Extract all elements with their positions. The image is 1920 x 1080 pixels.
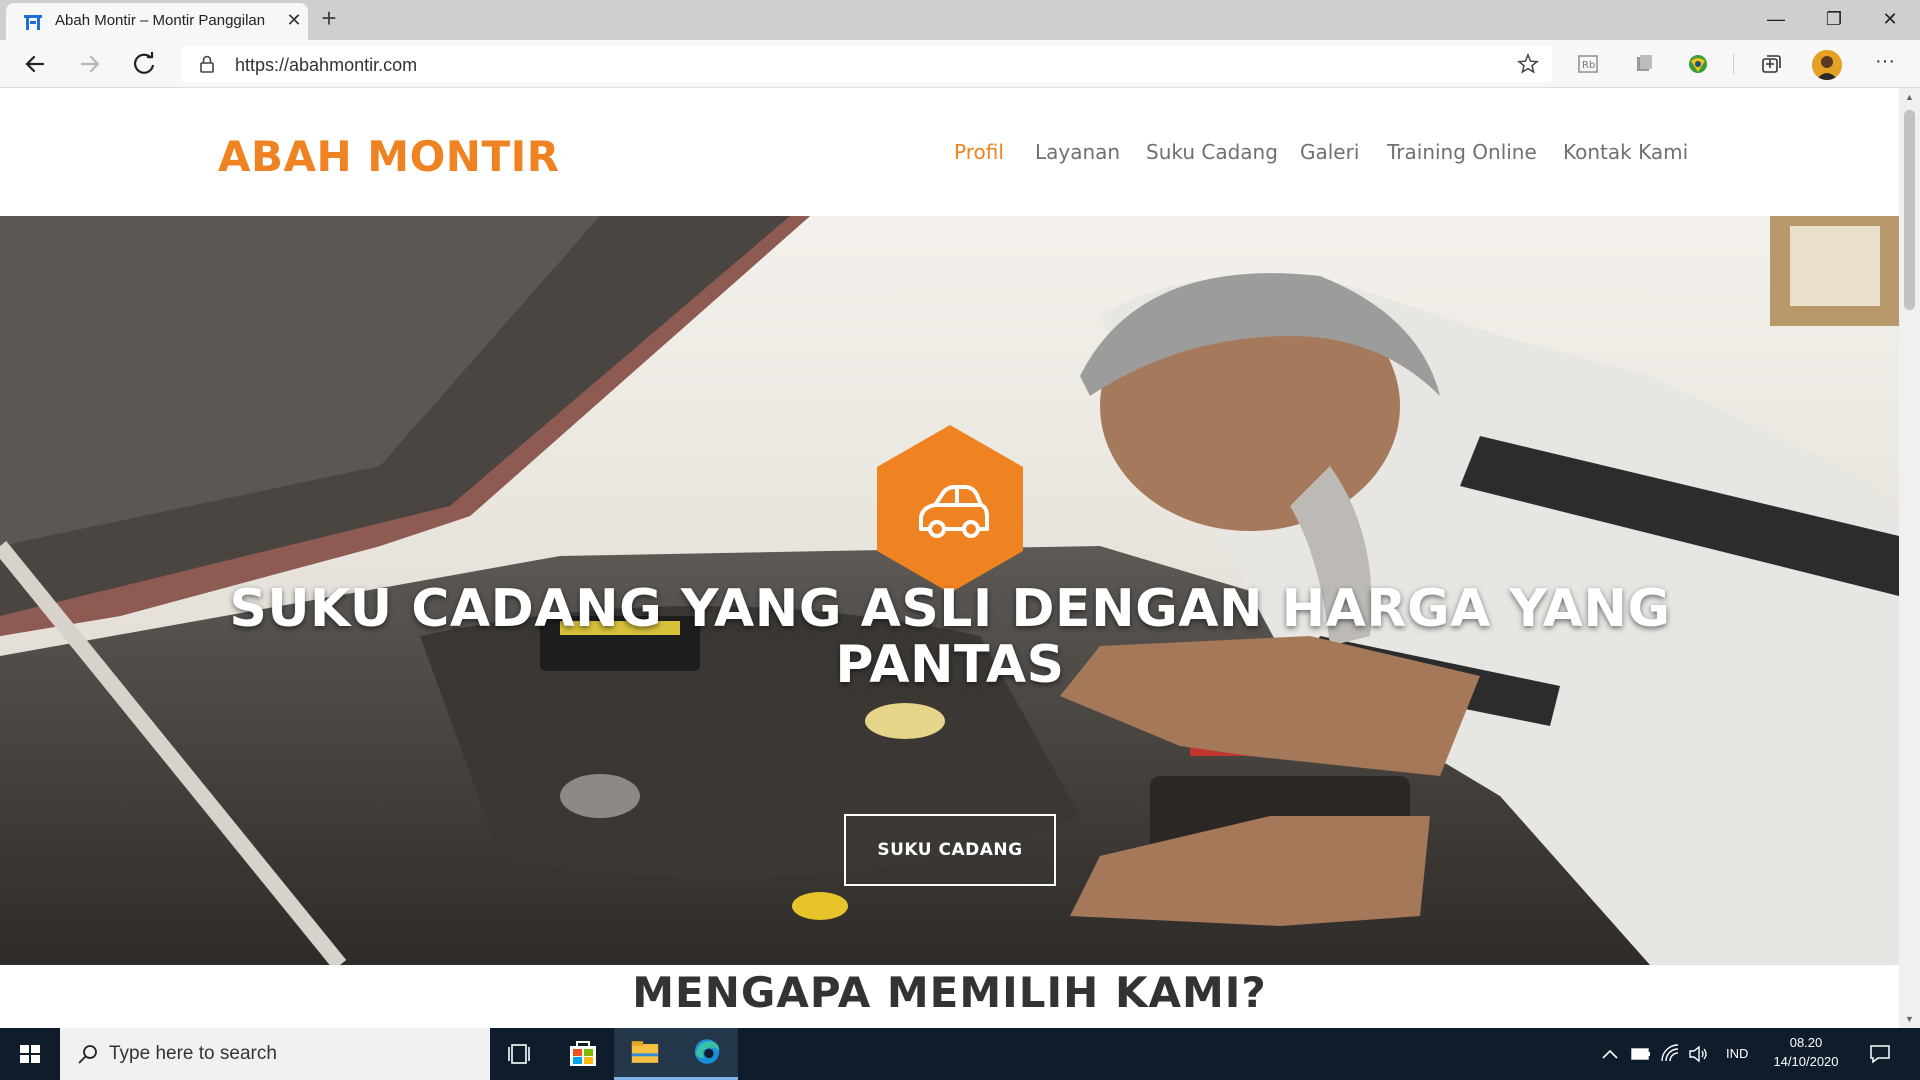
input-language-indicator[interactable]: IND [1726, 1046, 1748, 1061]
hero-heading-line-1: SUKU CADANG YANG ASLI DENGAN HARGA YANG [229, 579, 1671, 639]
suku-cadang-button[interactable]: SUKU CADANG [844, 814, 1056, 886]
nav-link-galeri[interactable]: Galeri [1300, 140, 1359, 164]
favorite-star-icon[interactable] [1516, 52, 1540, 76]
show-hidden-icons-chevron-icon[interactable] [1600, 1046, 1620, 1062]
url-text: https://abahmontir.com [235, 55, 418, 75]
browser-tab[interactable]: Abah Montir – Montir Panggilan ✕ [6, 3, 308, 40]
nav-link-kontak-kami[interactable]: Kontak Kami [1563, 140, 1688, 164]
collections-icon[interactable] [1759, 52, 1783, 76]
toolbar-divider [1733, 54, 1734, 74]
user-avatar-icon [1812, 50, 1842, 80]
scrollbar-thumb[interactable] [1904, 110, 1915, 310]
read-aloud-icon[interactable]: Rb [1576, 52, 1600, 76]
hexagon-badge [877, 425, 1023, 593]
taskbar-search-box[interactable]: Type here to search [60, 1028, 490, 1080]
settings-more-button[interactable]: ··· [1870, 48, 1900, 78]
extension-icon[interactable] [1632, 52, 1656, 76]
windows-start-icon[interactable] [0, 1028, 60, 1080]
system-clock[interactable]: 08.20 14/10/2020 [1765, 1034, 1847, 1072]
site-header: ABAH MONTIR Profil Layanan Suku Cadang G… [0, 88, 1899, 216]
forward-arrow-icon[interactable] [72, 48, 108, 80]
profile-avatar[interactable] [1812, 50, 1842, 80]
minimize-button[interactable]: — [1748, 0, 1804, 40]
back-arrow-icon[interactable] [17, 48, 53, 80]
nav-link-training-online[interactable]: Training Online [1387, 140, 1537, 164]
close-window-button[interactable]: ✕ [1862, 0, 1918, 40]
search-placeholder: Type here to search [109, 1043, 277, 1064]
windows-taskbar: Type here to search IND 08.20 14/10/2020 [0, 1028, 1920, 1080]
site-favicon-icon [24, 15, 42, 30]
site-logo[interactable]: ABAH MONTIR [218, 132, 560, 181]
page-scrollbar[interactable]: ▲ ▼ [1899, 88, 1920, 1028]
notification-center-icon[interactable] [1868, 1043, 1892, 1065]
wifi-icon[interactable] [1660, 1044, 1682, 1064]
battery-icon[interactable] [1630, 1046, 1652, 1062]
section-heading: MENGAPA MEMILIH KAMI? [632, 968, 1267, 1017]
tab-close-icon[interactable]: ✕ [283, 9, 305, 31]
scroll-down-arrow-icon[interactable]: ▼ [1903, 1014, 1916, 1024]
browser-extension-globe-icon[interactable] [1686, 52, 1710, 76]
search-icon [78, 1045, 97, 1064]
refresh-icon[interactable] [127, 48, 163, 80]
svg-text:Rb: Rb [1582, 60, 1595, 71]
browser-toolbar: https://abahmontir.com Rb [0, 40, 1920, 88]
page-viewport: ABAH MONTIR Profil Layanan Suku Cadang G… [0, 88, 1899, 1028]
hero-heading: SUKU CADANG YANG ASLI DENGAN HARGA YANG … [220, 581, 1680, 693]
scroll-up-arrow-icon[interactable]: ▲ [1903, 92, 1916, 102]
clock-date: 14/10/2020 [1773, 1054, 1839, 1069]
new-tab-button[interactable]: + [315, 5, 343, 33]
hero-heading-line-2: PANTAS [835, 635, 1065, 695]
nav-link-profil[interactable]: Profil [954, 140, 1004, 164]
file-explorer-icon[interactable] [614, 1028, 676, 1080]
address-bar[interactable]: https://abahmontir.com [181, 46, 1552, 82]
edge-browser-icon[interactable] [676, 1028, 738, 1080]
clock-time: 08.20 [1789, 1035, 1823, 1050]
microsoft-store-icon[interactable] [552, 1028, 614, 1080]
task-view-icon[interactable] [490, 1028, 552, 1080]
nav-link-suku-cadang[interactable]: Suku Cadang [1146, 140, 1278, 164]
hero-section: SUKU CADANG YANG ASLI DENGAN HARGA YANG … [0, 216, 1899, 965]
lock-icon [200, 55, 214, 73]
nav-link-layanan[interactable]: Layanan [1035, 140, 1120, 164]
browser-tab-bar: Abah Montir – Montir Panggilan ✕ + — ❐ ✕ [0, 0, 1920, 40]
volume-icon[interactable] [1688, 1044, 1710, 1064]
tab-title: Abah Montir – Montir Panggilan [55, 12, 266, 29]
restore-button[interactable]: ❐ [1806, 0, 1862, 40]
